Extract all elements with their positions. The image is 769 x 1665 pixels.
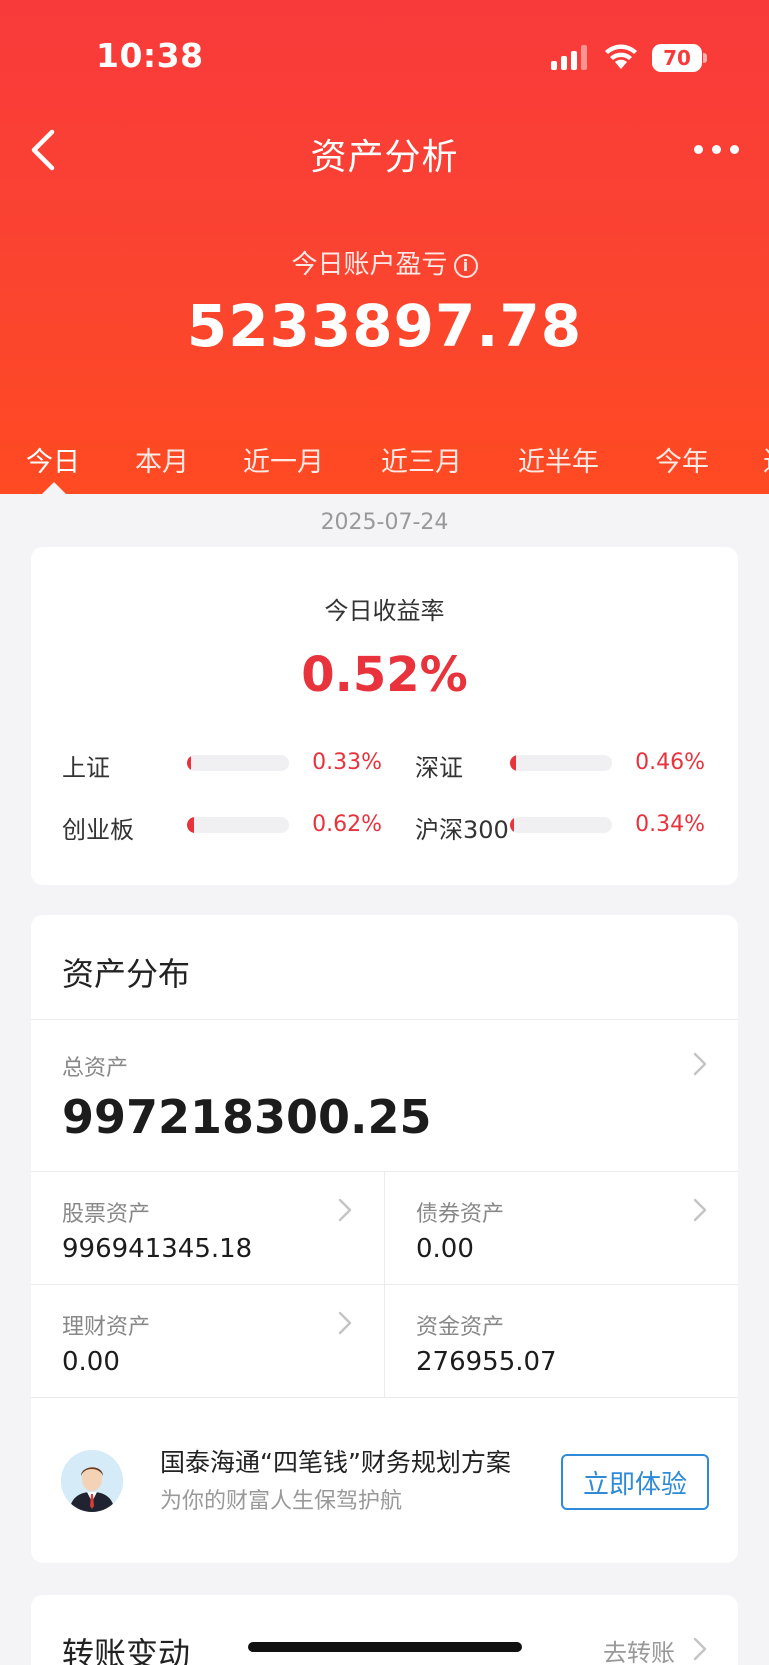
index-bar-fill [510, 755, 516, 771]
asset-value: 276955.07 [416, 1347, 557, 1377]
wifi-icon [605, 44, 637, 69]
battery-tip [703, 53, 707, 63]
daily-pnl-label-text: 今日账户盈亏 [291, 250, 448, 280]
active-tab-indicator [42, 482, 66, 494]
period-tabs: 今日 本月 近一月 近三月 近半年 今年 近 [0, 440, 769, 494]
index-bar [510, 817, 612, 833]
total-assets-value: 997218300.25 [62, 1090, 432, 1144]
tab-today[interactable]: 今日 [26, 440, 80, 479]
today-return-card: 今日收益率 0.52% 上证 0.33% 深证 0.46% 创业板 0.62% … [31, 547, 738, 885]
home-indicator [248, 1642, 522, 1652]
index-row-shanghai: 上证 0.33% [62, 744, 382, 784]
bond-assets-cell[interactable]: 债券资产 0.00 [385, 1172, 738, 1284]
more-dot [730, 145, 739, 154]
tab-last-half-year[interactable]: 近半年 [518, 440, 599, 479]
asset-label: 资金资产 [416, 1315, 505, 1340]
tab-this-month[interactable]: 本月 [135, 440, 189, 479]
advisor-avatar [61, 1450, 123, 1512]
advisor-avatar-icon [61, 1450, 123, 1512]
transfer-changes-card: 转账变动 去转账 [31, 1595, 738, 1665]
chevron-right-icon [338, 1311, 352, 1335]
index-value: 0.46% [635, 750, 705, 775]
asset-distribution-title: 资产分布 [62, 955, 191, 993]
chevron-right-icon [693, 1052, 707, 1076]
chevron-right-icon [693, 1198, 707, 1222]
index-name: 沪深300 [415, 816, 509, 844]
status-bar: 10:38 70 [0, 0, 769, 110]
date-label: 2025-07-24 [320, 510, 449, 535]
tab-last-three-months[interactable]: 近三月 [381, 440, 462, 479]
page-title: 资产分析 [310, 137, 459, 178]
asset-label: 债券资产 [416, 1202, 505, 1227]
index-row-chinext: 创业板 0.62% [62, 806, 382, 846]
asset-value: 996941345.18 [62, 1234, 253, 1264]
daily-pnl-label: 今日账户盈亏 i [0, 244, 769, 281]
asset-label: 理财资产 [62, 1315, 151, 1340]
index-value: 0.33% [312, 750, 382, 775]
tab-last-month[interactable]: 近一月 [243, 440, 324, 479]
asset-label: 股票资产 [62, 1202, 151, 1227]
index-row-shenzhen: 深证 0.46% [415, 744, 715, 784]
total-assets-label: 总资产 [62, 1056, 129, 1081]
divider [31, 1397, 738, 1398]
index-bar-fill [187, 817, 194, 833]
promo-subtitle: 为你的财富人生保驾护航 [160, 1489, 403, 1514]
asset-value: 0.00 [416, 1234, 474, 1264]
daily-pnl-value: 5233897.78 [186, 292, 583, 360]
stock-assets-cell[interactable]: 股票资产 996941345.18 [31, 1172, 384, 1284]
index-bar [187, 755, 289, 771]
index-name: 创业板 [62, 816, 134, 844]
tab-more[interactable]: 近 [763, 440, 769, 479]
index-name: 上证 [62, 754, 110, 782]
wealth-assets-cell[interactable]: 理财资产 0.00 [31, 1285, 384, 1397]
promo-title: 国泰海通“四笔钱”财务规划方案 [160, 1448, 511, 1477]
today-return-value: 0.52% [301, 647, 468, 703]
more-options-icon[interactable] [692, 134, 744, 164]
header-hero: 10:38 70 资产分析 今日账户盈亏 i 5233897.78 今日 本月 … [0, 0, 769, 494]
index-bar-fill [510, 817, 514, 833]
index-bar [510, 755, 612, 771]
index-value: 0.62% [312, 812, 382, 837]
battery-icon: 70 [652, 44, 702, 72]
today-return-title: 今日收益率 [324, 597, 445, 625]
go-transfer-link[interactable]: 去转账 [603, 1633, 675, 1665]
asset-distribution-card: 资产分布 总资产 997218300.25 股票资产 996941345.18 … [31, 915, 738, 1563]
index-bar [187, 817, 289, 833]
status-time: 10:38 [96, 36, 204, 75]
chevron-right-icon [338, 1198, 352, 1222]
vertical-divider [384, 1172, 385, 1398]
transfer-changes-title: 转账变动 [62, 1635, 191, 1665]
index-bar-fill [187, 755, 191, 771]
asset-value: 0.00 [62, 1347, 120, 1377]
nav-bar: 资产分析 [0, 110, 769, 190]
cellular-signal-icon [551, 45, 587, 70]
tab-this-year[interactable]: 今年 [655, 440, 709, 479]
cash-assets-cell: 资金资产 276955.07 [385, 1285, 738, 1397]
index-name: 深证 [415, 754, 463, 782]
chevron-right-icon[interactable] [693, 1637, 707, 1661]
more-dot [694, 145, 703, 154]
total-assets-row[interactable]: 总资产 997218300.25 [31, 1020, 738, 1170]
index-row-csi300: 沪深300 0.34% [415, 806, 715, 846]
index-value: 0.34% [635, 812, 705, 837]
more-dot [712, 145, 721, 154]
try-now-button[interactable]: 立即体验 [561, 1454, 709, 1510]
info-icon[interactable]: i [453, 254, 478, 278]
